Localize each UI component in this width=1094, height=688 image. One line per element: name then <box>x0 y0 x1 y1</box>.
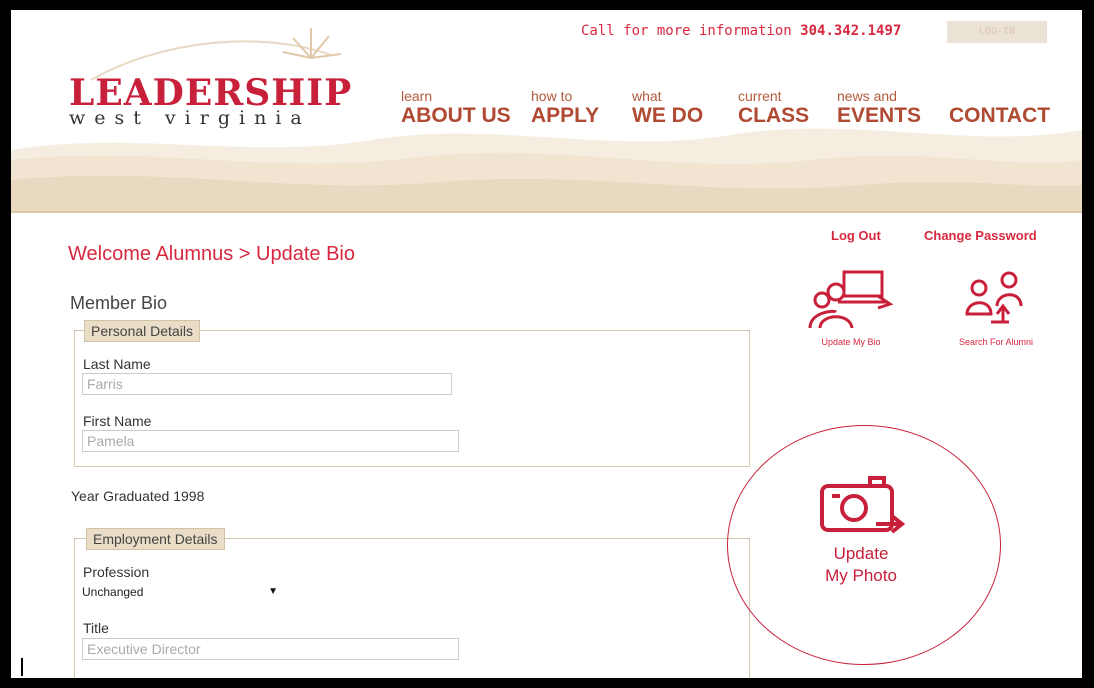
nav-big-label: ABOUT US <box>401 104 511 127</box>
nav-small-label: learn <box>401 88 433 104</box>
nav-big-label: CONTACT <box>949 104 1051 127</box>
title-field[interactable]: Executive Director <box>82 638 459 660</box>
nav-contact[interactable]: CONTACT <box>949 88 1050 128</box>
search-for-alumni-label: Search For Alumni <box>958 337 1034 347</box>
logo-subtitle: west virginia <box>69 107 311 129</box>
profession-selected-value: Unchanged <box>82 585 144 599</box>
text-cursor <box>21 658 23 676</box>
update-my-bio-label: Update My Bio <box>821 337 881 347</box>
person-computer-icon <box>808 270 894 329</box>
nav-big-label: WE DO <box>632 104 704 127</box>
change-password-link[interactable]: Change Password <box>924 228 1037 243</box>
profession-select[interactable]: Unchanged ▼ <box>82 583 282 601</box>
phone-prefix: Call for more information <box>581 23 792 39</box>
update-photo-line2: My Photo <box>825 566 897 585</box>
first-name-label: First Name <box>83 413 152 429</box>
page: Call for more information 304.342.1497 L… <box>11 10 1082 678</box>
site-logo[interactable]: LEADERSHIP west virginia <box>69 75 352 129</box>
last-name-label: Last Name <box>83 356 151 372</box>
year-graduated: Year Graduated 1998 <box>71 488 205 504</box>
nav-we-do[interactable]: what WE DO <box>632 88 703 128</box>
last-name-field[interactable]: Farris <box>82 373 452 395</box>
nav-small-label: how to <box>531 88 573 104</box>
personal-details-legend: Personal Details <box>84 320 200 342</box>
nav-class[interactable]: current CLASS <box>738 88 809 128</box>
camera-icon[interactable] <box>816 472 906 540</box>
nav-apply[interactable]: how to APPLY <box>531 88 599 128</box>
phone-number: 304.342.1497 <box>800 23 902 39</box>
logout-link[interactable]: Log Out <box>831 228 881 243</box>
nav-big-label: CLASS <box>738 104 810 127</box>
site-header: Call for more information 304.342.1497 L… <box>11 10 1082 213</box>
logo-word: LEADERSHIP <box>69 72 353 114</box>
search-for-alumni-button[interactable]: Search For Alumni <box>941 266 1051 347</box>
contact-phone: Call for more information 304.342.1497 <box>581 23 901 39</box>
update-my-photo-button[interactable]: Update My Photo <box>806 543 916 587</box>
section-title: Member Bio <box>70 293 168 313</box>
nav-small-label: news and <box>837 88 897 104</box>
page-title: Welcome Alumnus > Update Bio <box>68 243 356 265</box>
nav-big-label: EVENTS <box>837 104 922 127</box>
first-name-field[interactable]: Pamela <box>82 430 459 452</box>
title-label: Title <box>83 620 109 636</box>
dropdown-arrow-icon: ▼ <box>268 586 278 597</box>
nav-small-label: what <box>632 88 662 104</box>
nav-small-label: current <box>738 88 782 104</box>
login-button[interactable]: LOG-IN <box>947 21 1047 43</box>
nav-about-us[interactable]: learn ABOUT US <box>401 88 511 128</box>
update-my-bio-button[interactable]: Update My Bio <box>801 266 901 347</box>
people-search-icon <box>965 271 1023 324</box>
nav-big-label: APPLY <box>531 104 600 127</box>
sunburst-icon <box>282 28 342 59</box>
update-photo-line1: Update <box>833 544 889 563</box>
profession-label: Profession <box>83 564 150 580</box>
nav-events[interactable]: news and EVENTS <box>837 88 921 128</box>
employment-details-legend: Employment Details <box>86 528 225 550</box>
